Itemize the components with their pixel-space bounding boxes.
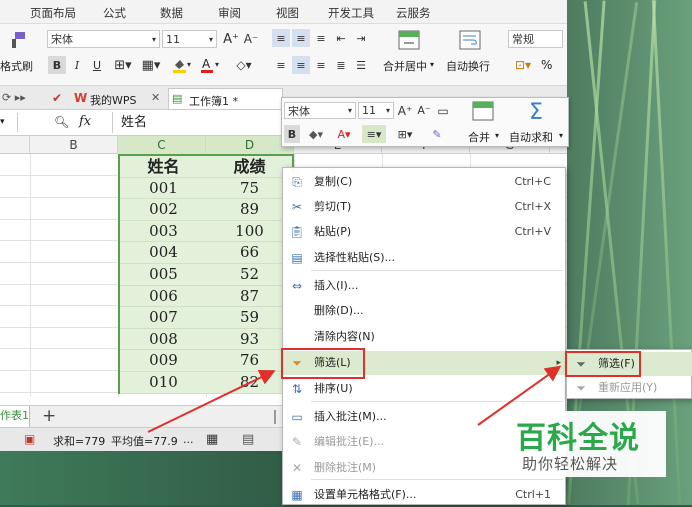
watermark-title: 百科全说 bbox=[516, 421, 640, 456]
watermark-subtitle: 助你轻松解决 bbox=[522, 455, 619, 473]
arrow-to-filter bbox=[147, 370, 276, 433]
watermark: 百科全说 助你轻松解决 bbox=[508, 411, 666, 477]
